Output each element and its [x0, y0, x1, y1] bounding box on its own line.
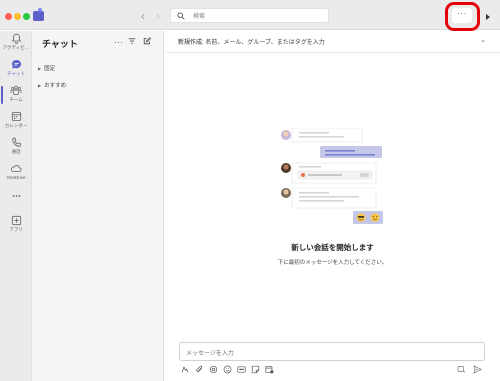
emoji-button[interactable]: [223, 365, 232, 374]
compose-placeholder: メッセージを入力: [186, 351, 234, 357]
chevron-down-icon[interactable]: ⌄: [480, 36, 486, 44]
window-edge-handle-icon: [486, 14, 490, 20]
calendar-icon: [11, 112, 21, 121]
emoji-icon: [223, 365, 232, 374]
rail-item-more[interactable]: [0, 193, 32, 199]
caret-right-icon: ▶: [38, 66, 42, 71]
sticker-icon: [251, 365, 260, 374]
more-horizontal-icon: [12, 195, 20, 197]
rail-item-calendar[interactable]: カレンダー: [0, 111, 32, 129]
send-button[interactable]: [473, 365, 482, 374]
loop-button[interactable]: [209, 365, 218, 374]
chat-more-options-button[interactable]: ···: [114, 38, 124, 47]
rail-label: カレンダー: [4, 123, 28, 128]
title-bar: ‹ › 検索 ···: [0, 0, 500, 31]
compose-toolbar: [179, 365, 485, 377]
chat-icon: [11, 60, 21, 69]
highlight-circle: [445, 2, 480, 31]
rail-label: OneDrive: [6, 175, 26, 180]
to-label: 新規作成:: [178, 40, 204, 46]
message-compose-input[interactable]: メッセージを入力: [179, 342, 485, 361]
to-placeholder: 名前、メール、グループ、またはタグを入力: [205, 40, 325, 46]
filter-button[interactable]: [128, 37, 136, 47]
new-chat-to-bar[interactable]: 新規作成: 名前、メール、グループ、またはタグを入力 ⌄: [165, 31, 500, 53]
teams-icon: [10, 85, 22, 95]
section-label: 固定: [44, 66, 56, 72]
rail-label: 通話: [11, 149, 21, 154]
rail-label: チャット: [7, 71, 25, 76]
schedule-meeting-button[interactable]: [265, 365, 274, 374]
calendar-send-icon: [265, 365, 274, 374]
add-apps-icon: [11, 215, 21, 226]
search-placeholder: 検索: [193, 14, 206, 20]
to-field[interactable]: 新規作成: 名前、メール、グループ、またはタグを入力: [178, 37, 325, 46]
gif-button[interactable]: [237, 365, 246, 374]
window-maximize-button[interactable]: [23, 13, 30, 20]
bell-icon: [11, 33, 21, 44]
loop-icon: [209, 365, 218, 374]
send-icon: [473, 365, 482, 374]
back-arrow-icon[interactable]: ‹: [141, 9, 145, 23]
main-chat-area: 新規作成: 名前、メール、グループ、またはタグを入力 ⌄ 新しい会話を開始します…: [165, 31, 500, 381]
gif-icon: [237, 366, 246, 373]
new-chat-button[interactable]: [143, 37, 151, 47]
rail-label: アプリ: [9, 227, 23, 232]
app-rail: アクティビ… チャット チーム カレンダー 通話 OneDrive アプリ: [0, 31, 32, 381]
teams-logo-icon: [33, 8, 44, 21]
rail-item-teams[interactable]: チーム: [0, 85, 32, 103]
rail-item-onedrive[interactable]: OneDrive: [0, 163, 32, 180]
format-pen-icon: [181, 366, 189, 373]
rail-item-activity[interactable]: アクティビ…: [0, 33, 32, 51]
forward-arrow-icon[interactable]: ›: [156, 9, 160, 23]
copilot-button[interactable]: [457, 365, 466, 374]
empty-state-title: 新しい会話を開始します: [291, 243, 374, 252]
paperclip-icon: [196, 365, 203, 372]
attach-button[interactable]: [195, 365, 204, 374]
compose-icon: [143, 37, 151, 45]
rail-item-calls[interactable]: 通話: [0, 137, 32, 155]
window-minimize-button[interactable]: [14, 13, 21, 20]
phone-icon: [11, 137, 21, 147]
search-icon: [177, 12, 185, 20]
section-label: おすすめ: [44, 83, 67, 89]
empty-state-subtitle: 下に最初のメッセージを入力してください。: [277, 260, 388, 266]
rail-item-chat[interactable]: チャット: [0, 59, 32, 77]
search-input[interactable]: 検索: [170, 8, 329, 23]
copilot-icon: [457, 366, 466, 373]
rail-item-apps[interactable]: アプリ: [0, 215, 32, 233]
chat-list-pane: チャット ··· ▶ 固定 ▶ おすすめ: [32, 31, 164, 381]
sticker-button[interactable]: [251, 365, 260, 374]
section-recommended[interactable]: ▶ おすすめ: [38, 81, 66, 89]
format-button[interactable]: [181, 365, 190, 374]
rail-label: チーム: [9, 97, 23, 102]
caret-right-icon: ▶: [38, 83, 42, 88]
filter-icon: [128, 38, 136, 44]
section-pinned[interactable]: ▶ 固定: [38, 64, 55, 72]
window-close-button[interactable]: [5, 13, 12, 20]
rail-label: アクティビ…: [2, 45, 30, 50]
cloud-icon: [11, 165, 22, 172]
new-conversation-illustration-icon: [281, 128, 383, 224]
chat-pane-title: チャット: [42, 39, 78, 49]
